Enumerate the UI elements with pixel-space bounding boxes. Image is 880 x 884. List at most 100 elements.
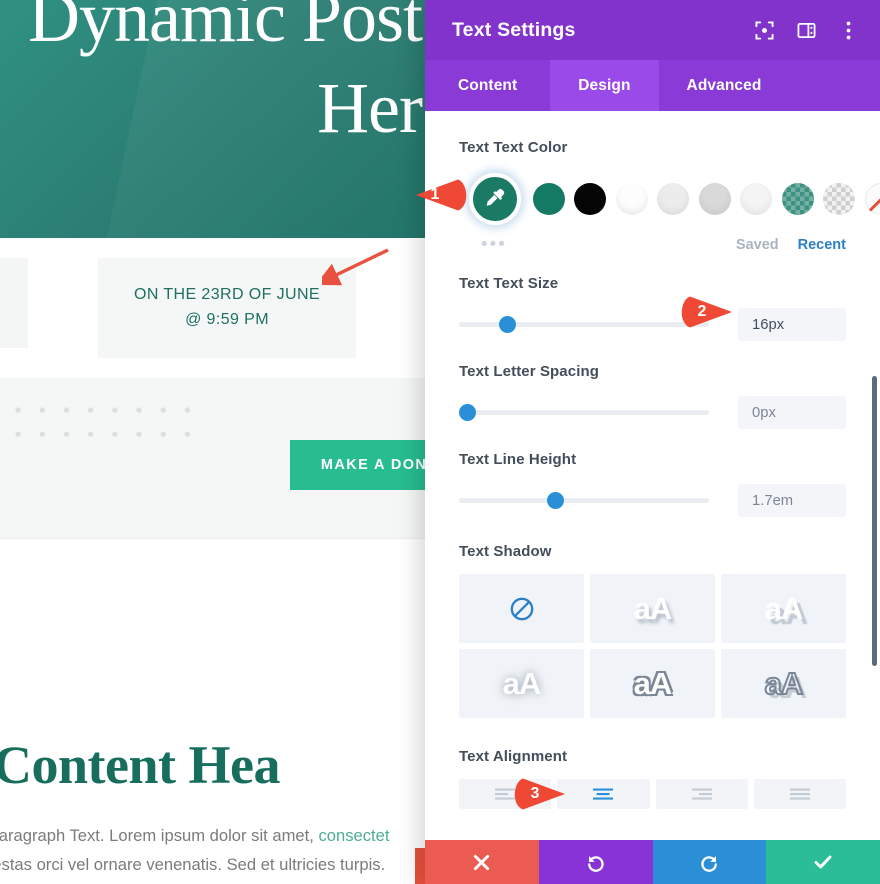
align-justify-icon <box>789 788 810 800</box>
hero-title-line-1: Dynamic Post <box>28 0 423 57</box>
field-text-color: Text Text Color ••• Saved Recent <box>425 111 880 254</box>
color-tab-saved[interactable]: Saved <box>736 237 779 253</box>
line-height-knob[interactable] <box>546 491 564 509</box>
paragraph-link[interactable]: consectet <box>318 826 389 845</box>
text-shadow-label: Text Shadow <box>459 543 552 560</box>
checkmark-icon <box>814 855 832 869</box>
shadow-preview-glyph: aA <box>633 590 673 626</box>
tab-content[interactable]: Content <box>425 60 550 111</box>
callout-badge-3-number: 3 <box>530 785 540 802</box>
text-alignment-label: Text Alignment <box>459 748 568 765</box>
line-height-label: Text Line Height <box>459 451 577 468</box>
no-shadow-icon <box>510 597 533 620</box>
color-swatch-light-gray[interactable] <box>657 183 689 215</box>
align-right-icon <box>691 788 712 800</box>
align-right-button[interactable] <box>655 779 748 809</box>
panel-scrollbar[interactable] <box>872 376 877 666</box>
color-swatch-off-white[interactable] <box>740 183 772 215</box>
post-content-heading: st Content Hea <box>0 735 280 795</box>
letter-spacing-track <box>459 410 709 415</box>
paragraph-text: ent Paragraph Text. Lorem ipsum dolor si… <box>0 826 314 845</box>
text-size-knob[interactable] <box>499 315 516 333</box>
field-text-size: Text Text Size 16px <box>425 275 880 341</box>
text-shadow-option-none[interactable] <box>459 574 584 643</box>
line-height-input[interactable]: 1.7em <box>738 484 846 517</box>
post-date-box: ON THE 23RD OF JUNE @ 9:59 PM <box>98 258 356 358</box>
callout-badge-1: 1 <box>414 178 476 212</box>
color-tab-recent[interactable]: Recent <box>798 237 846 253</box>
text-shadow-option-stroke-offset[interactable]: aA <box>721 649 846 718</box>
shadow-preview-glyph: aA <box>502 665 542 701</box>
cancel-button[interactable] <box>425 840 539 884</box>
color-footer: ••• Saved Recent <box>459 235 846 254</box>
text-shadow-option-soft-drop[interactable]: aA <box>590 574 715 643</box>
date-side-block <box>0 258 28 348</box>
shadow-preview-glyph: aA <box>764 665 805 702</box>
panel-header: Text Settings <box>425 0 880 60</box>
letter-spacing-input[interactable]: 0px <box>738 396 846 429</box>
panel-title: Text Settings <box>452 18 576 41</box>
tab-advanced[interactable]: Advanced <box>659 60 790 111</box>
field-text-alignment: Text Alignment <box>425 748 880 809</box>
more-options-icon[interactable] <box>838 20 858 40</box>
color-swatch-gray[interactable] <box>698 183 731 215</box>
shadow-preview-glyph: aA <box>764 590 804 626</box>
letter-spacing-label: Text Letter Spacing <box>459 363 599 380</box>
text-shadow-option-glow[interactable]: aA <box>459 649 584 718</box>
post-paragraph: ent Paragraph Text. Lorem ipsum dolor si… <box>0 822 430 879</box>
callout-badge-3: 3 <box>505 777 567 811</box>
color-swatch-transparent-gray[interactable] <box>823 183 855 215</box>
text-shadow-options: aA aA aA aA aA <box>459 574 846 718</box>
make-a-donation-button[interactable]: MAKE A DONA <box>290 440 430 490</box>
text-size-slider-row: 16px <box>459 308 846 341</box>
color-swatch-black[interactable] <box>574 183 606 215</box>
color-swatch-teal[interactable] <box>532 183 565 215</box>
redo-button[interactable] <box>652 840 767 884</box>
field-line-height: Text Line Height 1.7em <box>425 451 880 517</box>
section-divider <box>0 538 430 539</box>
callout-badge-1-number: 1 <box>430 186 440 203</box>
align-justify-button[interactable] <box>753 779 846 809</box>
line-height-slider[interactable] <box>459 491 709 511</box>
field-letter-spacing: Text Letter Spacing 0px <box>425 363 880 429</box>
field-text-shadow: Text Shadow aA aA aA aA aA <box>425 543 880 718</box>
align-center-button[interactable] <box>557 779 650 809</box>
redo-icon <box>701 855 717 872</box>
website-preview: Dynamic Post Her ON THE 23RD OF JUNE @ 9… <box>0 0 430 884</box>
panel-action-bar <box>425 840 880 884</box>
letter-spacing-knob[interactable] <box>459 403 476 421</box>
callout-badge-2-number: 2 <box>697 303 707 320</box>
text-size-input[interactable]: 16px <box>738 308 846 341</box>
align-center-icon <box>593 788 614 800</box>
color-swatch-none[interactable] <box>864 183 880 215</box>
layout-panel-icon[interactable] <box>796 20 816 40</box>
panel-header-icons <box>754 20 858 40</box>
text-shadow-option-outline[interactable]: aA <box>590 649 715 718</box>
close-icon <box>474 854 490 870</box>
hero-section: Dynamic Post Her <box>0 0 430 238</box>
post-date-line-1: ON THE 23RD OF JUNE <box>134 286 320 304</box>
panel-tabs: Content Design Advanced <box>425 60 880 111</box>
color-swatch-transparent-teal[interactable] <box>781 183 814 215</box>
focus-target-icon[interactable] <box>754 20 774 40</box>
text-size-label: Text Text Size <box>459 275 559 292</box>
callout-badge-2: 2 <box>672 295 734 329</box>
text-shadow-option-hard-drop[interactable]: aA <box>721 574 846 643</box>
paragraph-text-line-2: n egestas orci vel ornare venenatis. Sed… <box>0 854 386 874</box>
dot-pattern-decoration <box>0 394 195 446</box>
undo-button[interactable] <box>538 840 653 884</box>
tab-design[interactable]: Design <box>550 60 659 111</box>
text-settings-panel: Text Settings Content Design Advanced Te… <box>425 0 880 884</box>
color-more-icon[interactable]: ••• <box>459 235 519 254</box>
pointer-arrow-icon <box>322 248 389 286</box>
shadow-preview-glyph: aA <box>633 665 673 701</box>
color-picker-eyedropper-swatch[interactable] <box>469 173 521 225</box>
save-button[interactable] <box>766 840 880 884</box>
color-swatch-white[interactable] <box>615 183 648 215</box>
color-swatch-row <box>459 173 880 225</box>
hero-title-line-2: Her <box>317 67 423 148</box>
text-color-label: Text Text Color <box>459 139 568 156</box>
panel-body: Text Text Color ••• Saved Recent Text Te… <box>425 111 880 840</box>
color-tabs: Saved Recent <box>736 237 846 253</box>
letter-spacing-slider[interactable] <box>459 403 709 423</box>
